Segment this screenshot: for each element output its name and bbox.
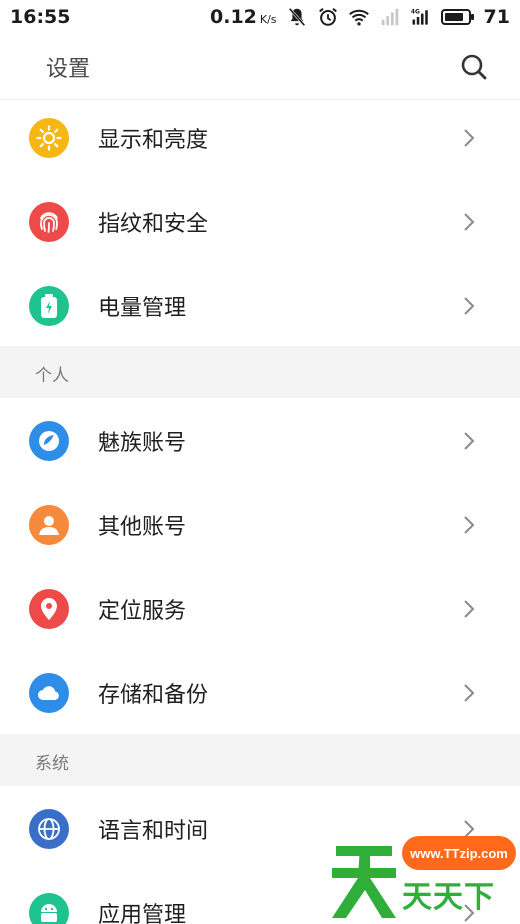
- settings-item-fingerprint[interactable]: 指纹和安全: [0, 180, 520, 264]
- chevron-right-icon: [462, 514, 476, 536]
- settings-item-label: 电量管理: [98, 296, 187, 321]
- status-time: 16:55: [10, 6, 71, 28]
- globe-icon: [29, 809, 69, 849]
- chevron-right-icon: [462, 682, 476, 704]
- settings-item-battery[interactable]: 电量管理: [0, 264, 520, 348]
- status-icons: 0.12 K/s 4G 71: [210, 6, 510, 28]
- settings-item-label: 语言和时间: [98, 819, 209, 844]
- settings-item-label: 定位服务: [98, 599, 187, 624]
- settings-item-meizu-account[interactable]: 魅族账号: [0, 399, 520, 483]
- search-button[interactable]: [458, 51, 490, 83]
- chevron-right-icon: [462, 211, 476, 233]
- signal-weak-icon: [381, 8, 398, 26]
- chevron-right-icon: [462, 430, 476, 452]
- location-pin-icon: [29, 589, 69, 629]
- person-icon: [29, 505, 69, 545]
- svg-text:4G: 4G: [410, 10, 419, 16]
- settings-item-label: 魅族账号: [98, 431, 187, 456]
- chevron-right-icon: [462, 127, 476, 149]
- wifi-icon: [348, 9, 369, 26]
- settings-item-display[interactable]: 显示和亮度: [0, 96, 520, 180]
- battery-status-icon: [440, 9, 474, 25]
- settings-item-label: 指纹和安全: [98, 212, 209, 237]
- settings-item-location[interactable]: 定位服务: [0, 567, 520, 651]
- settings-item-label: 显示和亮度: [98, 128, 209, 153]
- app-header: 设置: [0, 34, 520, 100]
- chevron-right-icon: [462, 598, 476, 620]
- chevron-right-icon: [462, 295, 476, 317]
- notifications-muted-icon: [288, 7, 305, 27]
- settings-item-storage-backup[interactable]: 存储和备份: [0, 651, 520, 735]
- cloud-icon: [29, 673, 69, 713]
- fingerprint-icon: [29, 202, 69, 242]
- battery-level: 71: [483, 6, 510, 28]
- section-header-system: 系统: [0, 734, 520, 786]
- settings-item-label: 应用管理: [98, 903, 187, 924]
- status-bar: 16:55 0.12 K/s 4G 71: [0, 0, 520, 34]
- meizu-account-icon: [29, 421, 69, 461]
- page-title: 设置: [46, 56, 91, 82]
- android-icon: [29, 893, 69, 924]
- battery-icon: [29, 286, 69, 326]
- search-icon: [461, 54, 487, 79]
- watermark-site: www.TTzip.com: [402, 836, 516, 870]
- section-header-personal: 个人: [0, 346, 520, 398]
- network-speed: 0.12 K/s: [210, 6, 277, 28]
- network-speed-value: 0.12: [210, 6, 257, 28]
- watermark-logo: [332, 846, 396, 918]
- alarm-icon: [318, 7, 337, 26]
- settings-item-label: 其他账号: [98, 515, 187, 540]
- signal-4g-icon: 4G: [410, 10, 428, 25]
- watermark: www.TTzip.com 天天下載: [330, 832, 520, 924]
- watermark-brand: 天天下載: [402, 880, 495, 915]
- settings-item-other-accounts[interactable]: 其他账号: [0, 483, 520, 567]
- sun-icon: [29, 118, 69, 158]
- settings-item-label: 存储和备份: [98, 683, 209, 708]
- network-speed-unit: K/s: [259, 13, 277, 26]
